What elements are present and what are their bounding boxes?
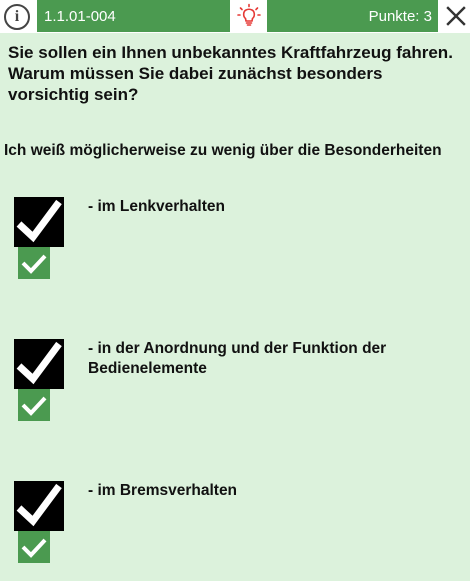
info-glyph: i — [14, 8, 20, 25]
question-id-label: 1.1.01-004 — [44, 7, 116, 25]
answer-checkbox[interactable] — [14, 481, 64, 531]
answer-option-2: - in der Anordnung und der Funktion der … — [0, 339, 470, 439]
info-icon[interactable]: i — [4, 4, 30, 30]
check-icon — [16, 199, 62, 243]
question-text: Sie sollen ein Ihnen unbekanntes Kraftfa… — [8, 43, 453, 104]
correct-indicator — [18, 531, 50, 563]
answer-intro: Ich weiß möglicherweise zu wenig über di… — [4, 142, 442, 159]
check-icon — [21, 538, 47, 558]
answer-checkbox[interactable] — [14, 339, 64, 389]
points-label: Punkte: 3 — [368, 7, 432, 25]
answer-option-3: - im Bremsverhalten — [0, 481, 470, 581]
answer-text: - in der Anordnung und der Funktion der … — [88, 340, 387, 377]
close-icon[interactable] — [442, 2, 470, 30]
check-icon — [21, 396, 47, 416]
check-icon — [16, 341, 62, 385]
check-icon — [21, 254, 47, 274]
lightbulb-icon[interactable] — [232, 0, 266, 32]
answer-checkbox[interactable] — [14, 197, 64, 247]
correct-indicator — [18, 247, 50, 279]
correct-indicator — [18, 389, 50, 421]
answer-text: - im Lenkverhalten — [88, 198, 225, 215]
question-id: 1.1.01-004 — [37, 0, 230, 32]
top-bar: i 1.1.01-004 Punkte: 3 — [0, 0, 470, 33]
check-icon — [16, 483, 62, 527]
answer-text: - im Bremsverhalten — [88, 482, 238, 499]
points-display: Punkte: 3 — [267, 0, 438, 32]
answer-option-1: - im Lenkverhalten — [0, 197, 470, 297]
